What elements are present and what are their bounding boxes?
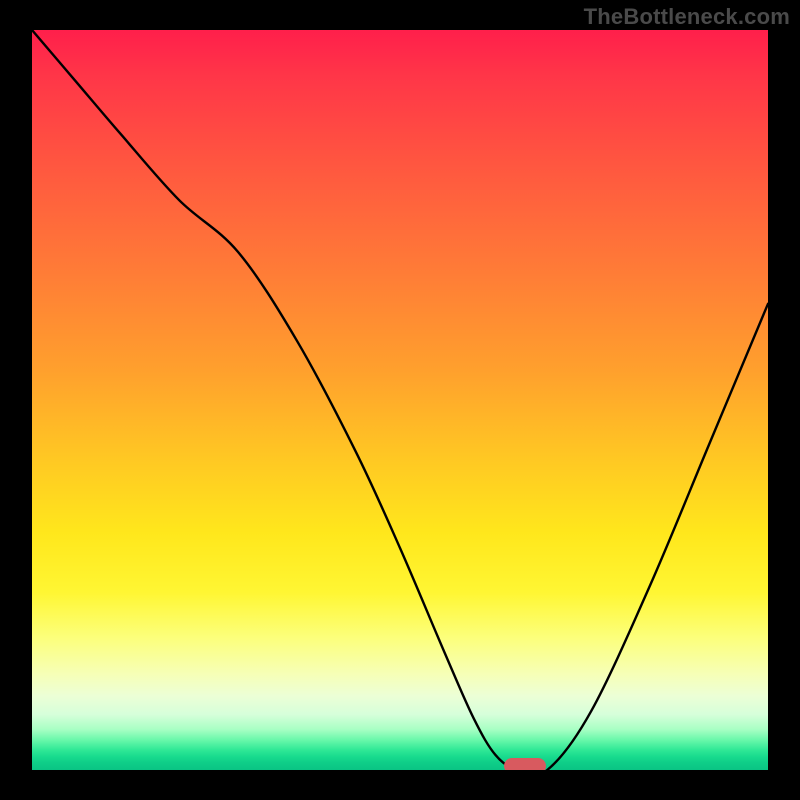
bottleneck-curve [32, 30, 768, 770]
plot-area [32, 30, 768, 770]
watermark-text: TheBottleneck.com [584, 4, 790, 30]
optimal-marker [504, 758, 546, 770]
chart-frame: TheBottleneck.com [0, 0, 800, 800]
